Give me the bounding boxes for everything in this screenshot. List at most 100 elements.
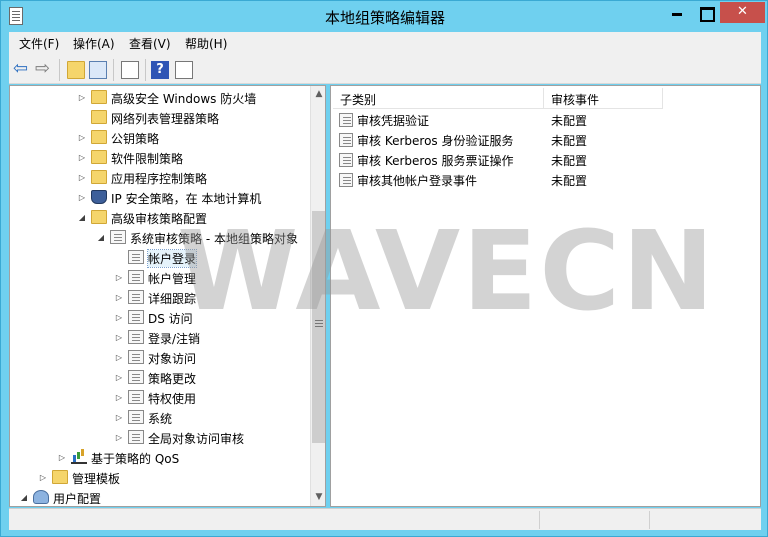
- policy-icon: [128, 370, 144, 384]
- tree-item-label: 系统审核策略 - 本地组策略对象: [130, 232, 298, 246]
- list-item-name: 审核其他帐户登录事件: [357, 174, 478, 188]
- back-arrow-icon[interactable]: ⇦: [13, 60, 31, 79]
- user-icon: [33, 490, 49, 504]
- toolbar: ⇦ ⇨ ?: [9, 55, 761, 84]
- scroll-down-icon[interactable]: ▼: [311, 489, 325, 506]
- expand-arrow-icon[interactable]: ▷: [114, 412, 124, 424]
- expand-arrow-icon[interactable]: ▷: [77, 172, 87, 184]
- list-item-status: 未配置: [551, 174, 588, 188]
- export-list-icon[interactable]: [121, 61, 139, 79]
- menu-file[interactable]: 文件(F): [19, 35, 59, 52]
- status-segment: [539, 511, 649, 529]
- policy-icon: [128, 350, 144, 364]
- toolbar-separator: [59, 59, 60, 81]
- expand-arrow-icon[interactable]: ▷: [114, 312, 124, 324]
- list-item-name: 审核 Kerberos 身份验证服务: [357, 134, 514, 148]
- expand-arrow-icon[interactable]: ▷: [77, 132, 87, 144]
- tree-item-label: 高级审核策略配置: [111, 212, 208, 226]
- tree-item-label: DS 访问: [148, 312, 193, 326]
- menu-action[interactable]: 操作(A): [73, 35, 115, 52]
- policy-icon: [128, 430, 144, 444]
- tree-item-label: 特权使用: [148, 392, 197, 406]
- policy-icon: [128, 250, 144, 264]
- menu-bar: 文件(F) 操作(A) 查看(V) 帮助(H): [9, 32, 761, 55]
- tree-item-label: IP 安全策略，在 本地计算机: [111, 192, 262, 206]
- list-item-name: 审核 Kerberos 服务票证操作: [357, 154, 514, 168]
- maximize-button[interactable]: [692, 2, 719, 23]
- help-icon[interactable]: ?: [151, 61, 169, 79]
- bar-chart-icon: [71, 450, 87, 464]
- tree-item-label: 应用程序控制策略: [111, 172, 208, 186]
- policy-icon: [128, 310, 144, 324]
- expand-arrow-icon[interactable]: ▷: [77, 92, 87, 104]
- scrollbar-thumb[interactable]: [312, 211, 325, 443]
- menu-view[interactable]: 查看(V): [129, 35, 171, 52]
- up-folder-icon[interactable]: [67, 61, 85, 79]
- expand-arrow-icon[interactable]: ▷: [114, 332, 124, 344]
- expand-arrow-icon[interactable]: ▷: [114, 392, 124, 404]
- audit-policy-icon: [339, 153, 353, 167]
- folder-icon: [91, 170, 107, 184]
- policy-icon: [128, 330, 144, 344]
- audit-policy-icon: [339, 133, 353, 147]
- expand-arrow-icon[interactable]: ▷: [114, 372, 124, 384]
- column-header-audit-events[interactable]: 审核事件: [544, 88, 663, 109]
- grip-icon: [315, 320, 323, 321]
- tree-item-label: 软件限制策略: [111, 152, 184, 166]
- tree-item-label: 基于策略的 QoS: [91, 452, 180, 466]
- tree-vertical-scrollbar[interactable]: ▲ ▼: [310, 86, 325, 506]
- tree-item-label: 系统: [148, 412, 173, 426]
- collapse-arrow-icon[interactable]: ◢: [96, 232, 106, 244]
- expand-arrow-icon[interactable]: ▷: [114, 352, 124, 364]
- tree-item-label: 登录/注销: [148, 332, 201, 346]
- properties-icon[interactable]: [175, 61, 193, 79]
- collapse-arrow-icon[interactable]: ◢: [19, 492, 29, 504]
- expand-arrow-icon[interactable]: ▷: [77, 152, 87, 164]
- tree-item-label: 公钥策略: [111, 132, 160, 146]
- title-bar[interactable]: 本地组策略编辑器 ✕: [1, 1, 768, 32]
- folder-icon: [52, 470, 68, 484]
- window: 本地组策略编辑器 ✕ 文件(F) 操作(A) 查看(V) 帮助(H) ⇦ ⇨ ?…: [0, 0, 768, 537]
- policy-container-icon: [110, 230, 126, 244]
- window-title: 本地组策略编辑器: [324, 9, 445, 27]
- policy-icon: [128, 270, 144, 284]
- show-tree-icon[interactable]: [89, 61, 107, 79]
- audit-policy-icon: [339, 113, 353, 127]
- expand-arrow-icon[interactable]: ▷: [38, 472, 48, 484]
- details-pane[interactable]: 子类别 审核事件 审核凭据验证 未配置 审核 Kerberos 身份验证服务 未…: [330, 85, 761, 507]
- status-segment: [649, 511, 761, 529]
- column-header-subcategory[interactable]: 子类别: [333, 88, 544, 109]
- policy-icon: [128, 390, 144, 404]
- toolbar-separator: [113, 59, 114, 81]
- forward-arrow-icon[interactable]: ⇨: [35, 60, 53, 79]
- menu-help[interactable]: 帮助(H): [185, 35, 227, 52]
- tree-item-label: 帐户管理: [148, 272, 197, 286]
- list-item-status: 未配置: [551, 114, 588, 128]
- expand-arrow-icon[interactable]: ▷: [114, 292, 124, 304]
- folder-icon: [91, 130, 107, 144]
- tree-item-label: 全局对象访问审核: [148, 432, 245, 446]
- scroll-up-icon[interactable]: ▲: [311, 86, 325, 103]
- expand-arrow-icon[interactable]: ▷: [114, 432, 124, 444]
- expand-arrow-icon[interactable]: ▷: [114, 272, 124, 284]
- tree-item-label: 管理模板: [72, 472, 121, 486]
- expand-arrow-icon[interactable]: ▷: [77, 192, 87, 204]
- status-bar: [9, 508, 761, 530]
- tree-item-label: 高级安全 Windows 防火墙: [111, 92, 257, 106]
- folder-icon: [91, 110, 107, 124]
- folder-icon: [91, 90, 107, 104]
- tree-item-label: 网络列表管理器策略: [111, 112, 220, 126]
- tree-pane[interactable]: ▷ 高级安全 Windows 防火墙 网络列表管理器策略 ▷ 公钥策略 ▷ 软件…: [9, 85, 326, 507]
- policy-icon: [128, 290, 144, 304]
- toolbar-separator: [145, 59, 146, 81]
- collapse-arrow-icon[interactable]: ◢: [77, 212, 87, 224]
- folder-icon: [91, 210, 107, 224]
- tree-item-label: 对象访问: [148, 352, 197, 366]
- tree-item-label: 帐户登录: [146, 249, 198, 268]
- folder-icon: [91, 150, 107, 164]
- list-item-status: 未配置: [551, 154, 588, 168]
- close-button[interactable]: ✕: [720, 2, 765, 23]
- expand-arrow-icon[interactable]: ▷: [57, 452, 67, 464]
- minimize-button[interactable]: [663, 2, 692, 23]
- tree-item-label: 策略更改: [148, 372, 197, 386]
